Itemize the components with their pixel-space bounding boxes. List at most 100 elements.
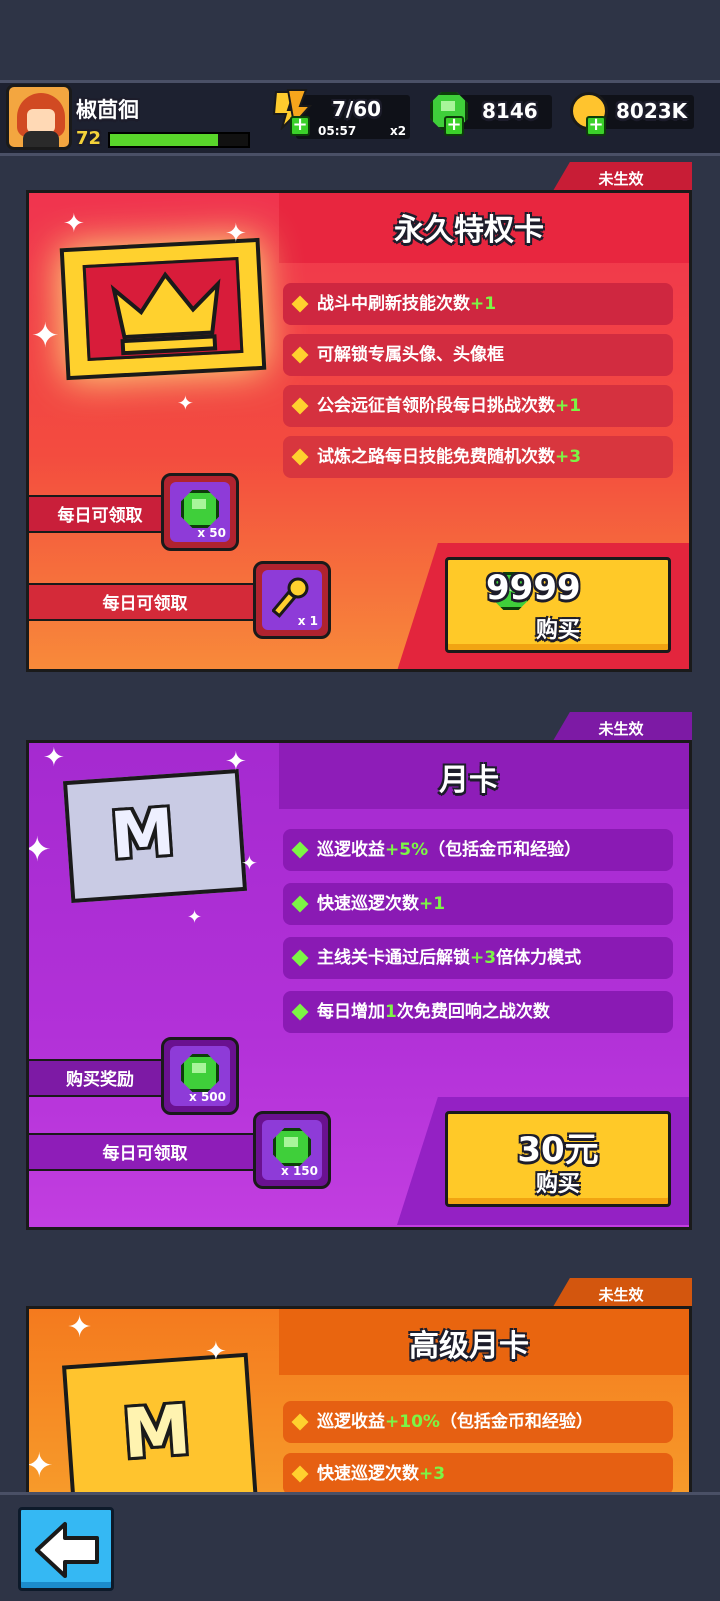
- reward-quantity: x 1: [297, 614, 318, 628]
- card1-price: 9999: [486, 568, 581, 608]
- card1-benefit-value: +1: [555, 396, 582, 416]
- card2-benefit-value: +1: [419, 894, 446, 914]
- reward-quantity: x 150: [281, 1164, 318, 1178]
- bullet-diamond-icon: [291, 1413, 309, 1431]
- sparkle: ✦: [67, 1310, 93, 1345]
- sparkle: ✦: [29, 833, 52, 867]
- bullet-diamond-icon: [291, 949, 309, 967]
- xp-fill: [110, 134, 218, 146]
- back-button[interactable]: [18, 1507, 114, 1591]
- m-card-icon: M: [120, 1390, 194, 1475]
- card1-reward-label-1: 每日可领取: [29, 495, 175, 533]
- reward-slot: x 500: [170, 1046, 230, 1106]
- reward-slot: x 1: [262, 570, 322, 630]
- player-level: 72: [76, 128, 102, 149]
- card2-reward-label-2: 每日可领取: [29, 1133, 265, 1171]
- card2-reward-label-1: 购买奖励: [29, 1059, 175, 1097]
- card1-buy-button[interactable]: 9999 购买: [445, 557, 671, 653]
- card2-benefit-2: 快速巡逻次数+1: [283, 883, 673, 925]
- top-spacer: [0, 0, 720, 80]
- sparkle: ✦: [225, 219, 247, 249]
- card1-reward-label-2: 每日可领取: [29, 583, 265, 621]
- m-card-icon: M: [108, 795, 178, 874]
- card2-benefit-suffix: 次免费回响之战次数: [396, 1002, 550, 1022]
- back-arrow-icon: [35, 1522, 99, 1578]
- card3-benefit-2: 快速巡逻次数+3: [283, 1453, 673, 1492]
- sparkle: ✦: [187, 907, 203, 928]
- sparkle: ✦: [177, 391, 194, 415]
- card1-benefit-1: 战斗中刷新技能次数+1: [283, 283, 673, 325]
- crown-icon: [110, 271, 221, 356]
- sparkle: ✦: [241, 851, 258, 875]
- sparkle: ✦: [31, 316, 60, 356]
- card1-benefit-text: 试炼之路每日技能免费随机次数: [317, 447, 555, 467]
- card2-benefit-3: 主线关卡通过后解锁+3倍体力模式: [283, 937, 673, 979]
- card2-benefit-text: 每日增加: [317, 1002, 385, 1022]
- bullet-diamond-icon: [291, 1003, 309, 1021]
- card1-benefit-2: 可解锁专属头像、头像框: [283, 334, 673, 376]
- player-name: 椒茴徊: [76, 98, 139, 122]
- m-card-frame: M: [62, 769, 248, 903]
- card1-benefit-text: 可解锁专属头像、头像框: [317, 345, 504, 365]
- card2-benefit-suffix: 倍体力模式: [496, 948, 582, 968]
- add-gems-button[interactable]: +: [444, 116, 464, 136]
- card1-reward-key[interactable]: x 1: [253, 561, 331, 639]
- card2-buy-button[interactable]: 30元 购买: [445, 1111, 671, 1207]
- card1-buy-panel: 9999 购买: [397, 543, 689, 669]
- card1-benefit-3: 公会远征首领阶段每日挑战次数+1: [283, 385, 673, 427]
- bullet-diamond-icon: [291, 841, 309, 859]
- reward-slot: x 150: [262, 1120, 322, 1180]
- card2-buy-panel: 30元 购买: [397, 1097, 689, 1225]
- card2-reward-gem-1[interactable]: x 500: [161, 1037, 239, 1115]
- sparkle: ✦: [63, 209, 85, 239]
- player-avatar[interactable]: [6, 84, 72, 150]
- card2-benefit-1: 巡逻收益+5%（包括金币和经验）: [283, 829, 673, 871]
- sparkle: ✦: [43, 743, 65, 773]
- gem-icon: [181, 490, 219, 528]
- bullet-diamond-icon: [291, 448, 309, 466]
- bullet-diamond-icon: [291, 346, 309, 364]
- card1-benefit-text: 战斗中刷新技能次数: [317, 294, 470, 314]
- avatar-face: [27, 109, 55, 133]
- add-stamina-button[interactable]: +: [290, 116, 310, 136]
- card2-benefit-text: 巡逻收益: [317, 840, 385, 860]
- card2-benefit-text: 快速巡逻次数: [317, 894, 419, 914]
- card1-buy-label: 购买: [535, 618, 580, 643]
- bullet-diamond-icon: [291, 895, 309, 913]
- premium-m-card-frame: M: [61, 1352, 259, 1492]
- gold-count: 8023K: [616, 99, 688, 123]
- card1-reward-gem[interactable]: x 50: [161, 473, 239, 551]
- card3-benefit-text: 快速巡逻次数: [317, 1464, 419, 1484]
- card3-benefit-value: +10%: [385, 1412, 440, 1432]
- bullet-diamond-icon: [291, 1465, 309, 1483]
- card2-benefit-4: 每日增加1次免费回响之战次数: [283, 991, 673, 1033]
- stamina-multiplier: x2: [390, 124, 407, 138]
- monthly-card: 月卡 M ✦ ✦ ✦ ✦ ✦ 巡逻收益+5%（包括金币和经验） 快速巡逻次数+1…: [26, 740, 692, 1230]
- card2-reward-gem-2[interactable]: x 150: [253, 1111, 331, 1189]
- card1-benefit-text: 公会远征首领阶段每日挑战次数: [317, 396, 555, 416]
- card1-benefit-value: +3: [555, 447, 582, 467]
- bullet-diamond-icon: [291, 295, 309, 313]
- reward-quantity: x 500: [189, 1090, 226, 1104]
- sparkle: ✦: [205, 1337, 227, 1367]
- gem-icon: [273, 1128, 311, 1166]
- stamina-timer: 05:57: [318, 124, 357, 138]
- gem-count: 8146: [482, 99, 538, 123]
- sparkle: ✦: [225, 747, 247, 777]
- gem-icon: [181, 1054, 219, 1092]
- sparkle: ✦: [26, 1446, 54, 1486]
- card2-benefit-text: 主线关卡通过后解锁: [317, 948, 470, 968]
- stamina-value: 7/60: [332, 97, 382, 121]
- bullet-diamond-icon: [291, 397, 309, 415]
- reward-slot: x 50: [170, 482, 230, 542]
- xp-bar: [108, 132, 250, 148]
- premium-monthly-card: 高级月卡 M ✦ ✦ ✦ 巡逻收益+10%（包括金币和经验） 快速巡逻次数+3: [26, 1306, 692, 1492]
- card2-benefit-value: 1: [385, 1002, 397, 1022]
- card3-benefit-text: 巡逻收益: [317, 1412, 385, 1432]
- card2-benefit-value: +5%: [385, 840, 429, 860]
- card3-benefit-value: +3: [419, 1464, 446, 1484]
- card1-benefit-value: +1: [470, 294, 497, 314]
- add-gold-button[interactable]: +: [586, 116, 606, 136]
- card3-benefit-suffix: （包括金币和经验）: [439, 1412, 593, 1432]
- card3-benefit-1: 巡逻收益+10%（包括金币和经验）: [283, 1401, 673, 1443]
